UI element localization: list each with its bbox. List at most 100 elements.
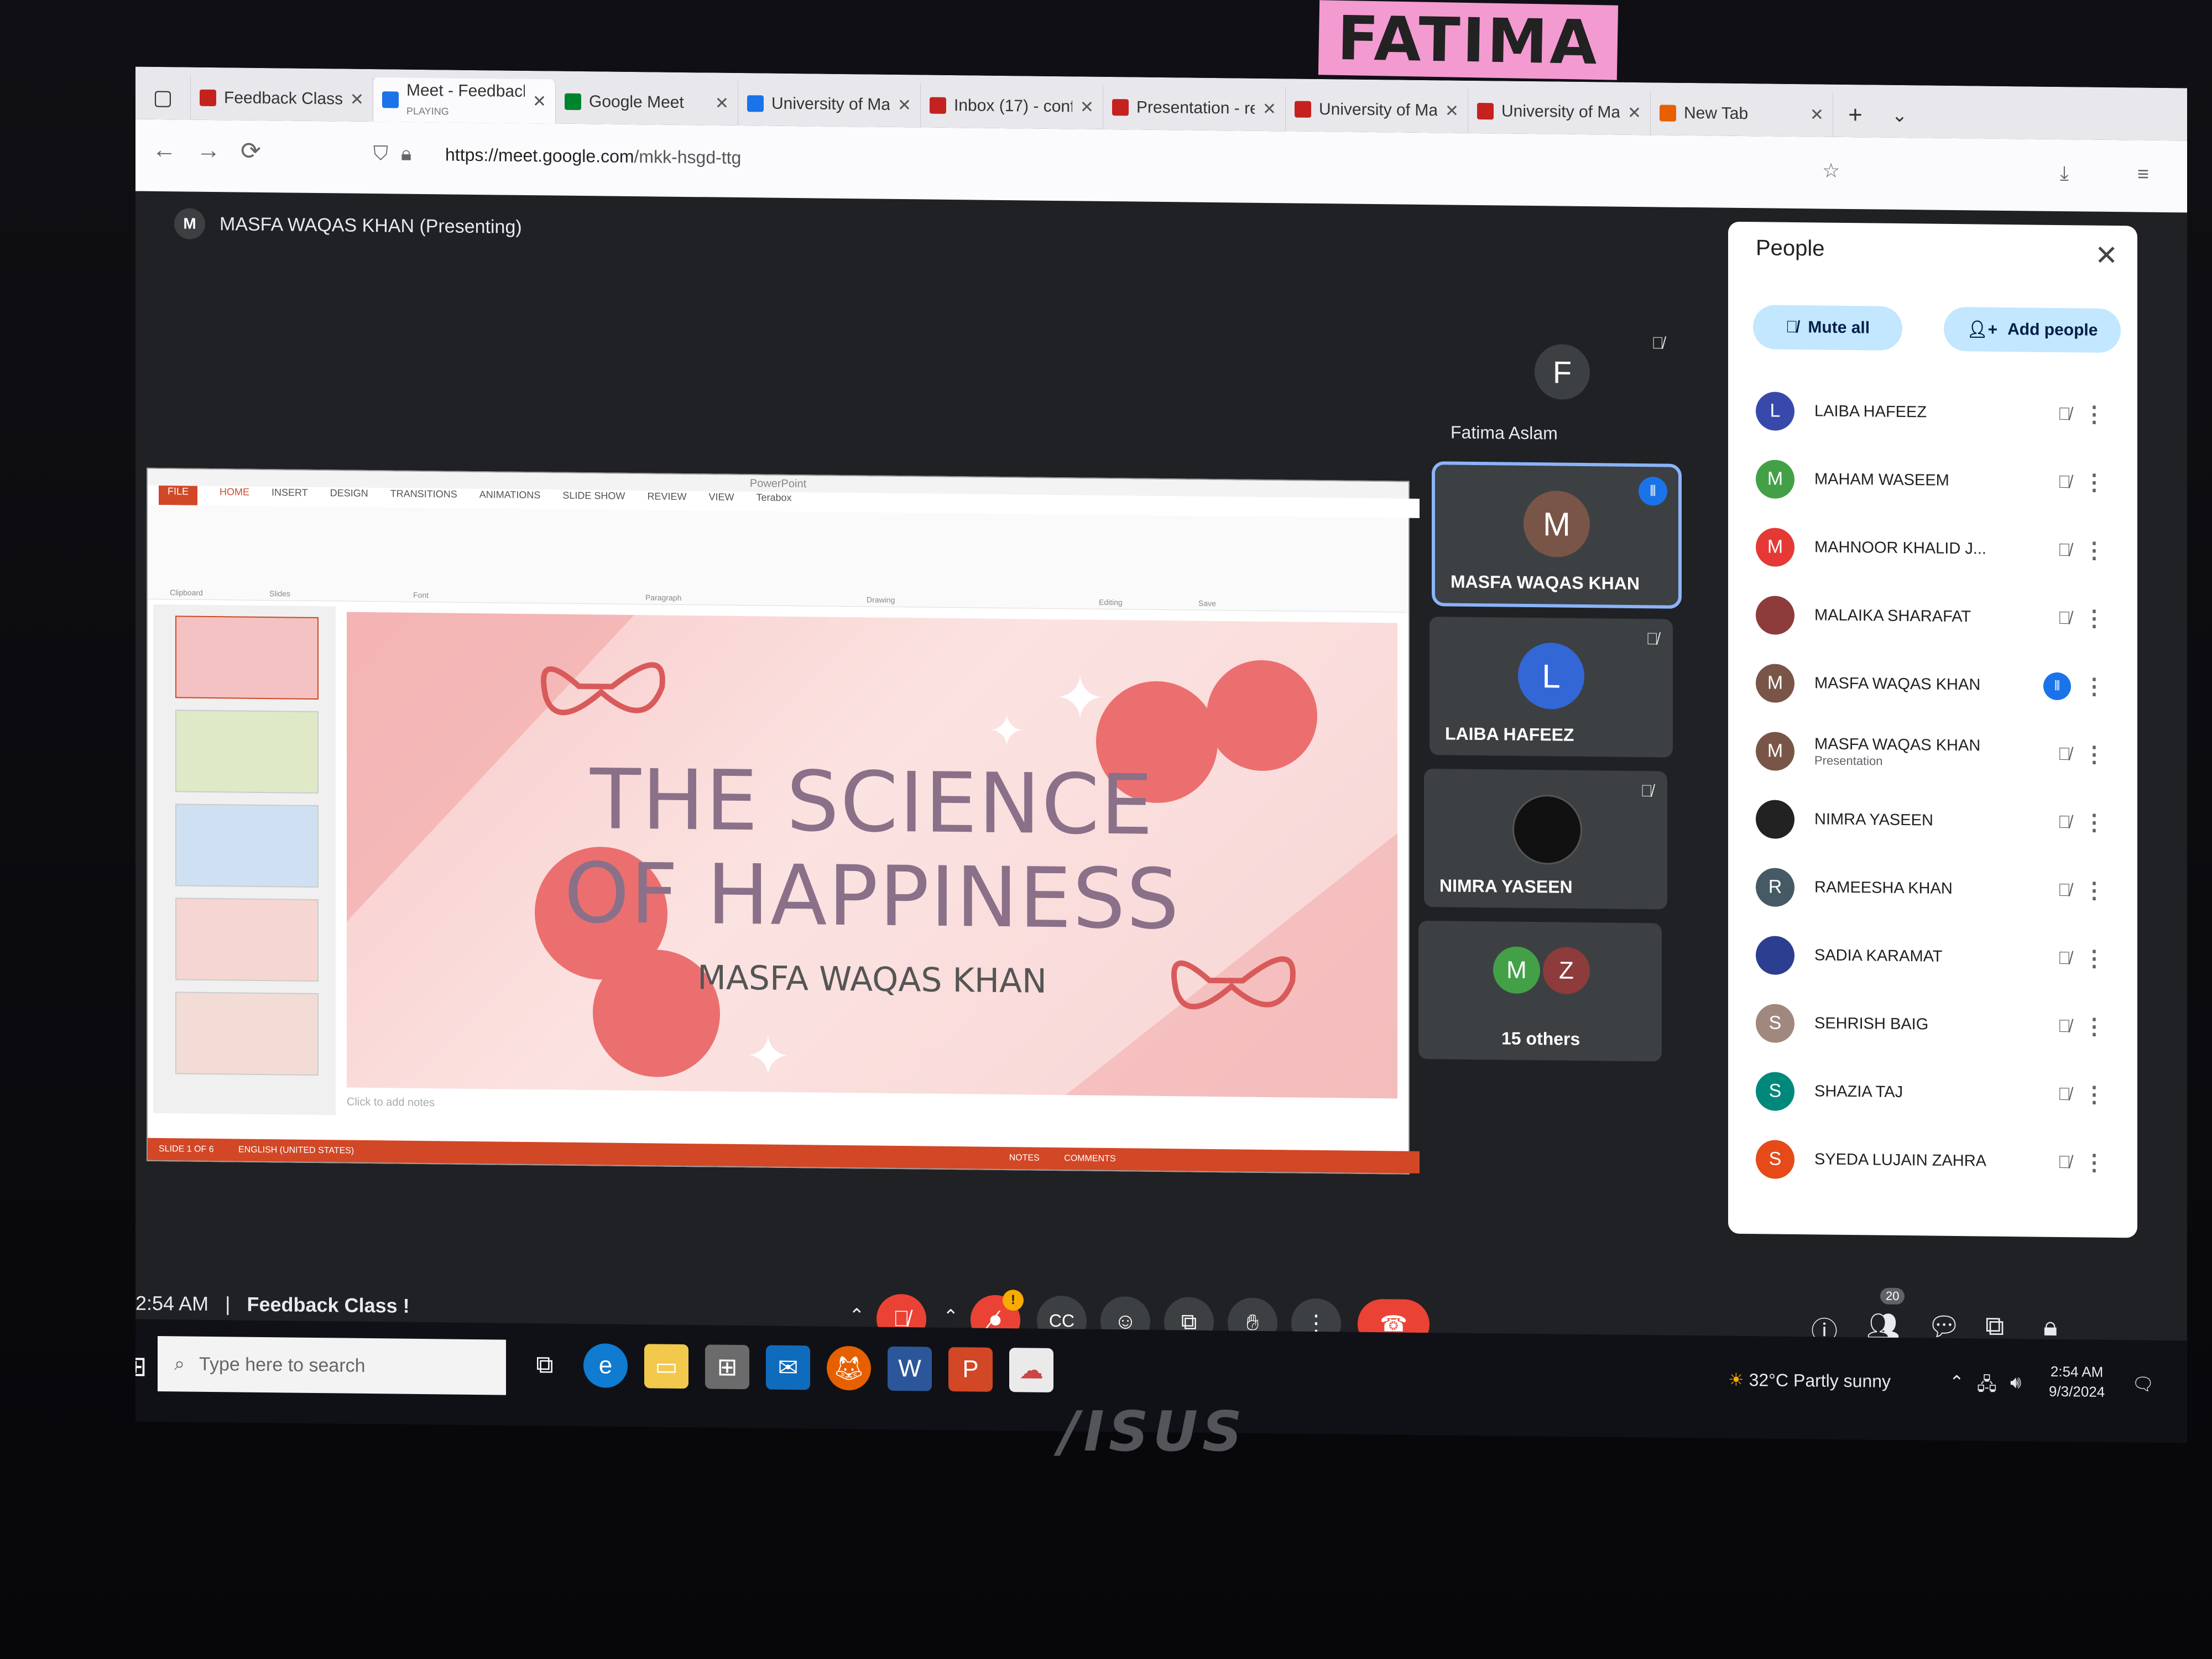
more-options-icon[interactable]: ⋮	[2083, 1014, 2105, 1039]
close-tab-icon[interactable]: ✕	[715, 93, 729, 113]
mic-off-icon[interactable]: 🎙̸	[2058, 948, 2071, 968]
shield-icon[interactable]: ⛉	[373, 142, 388, 165]
slide-thumbnail-1[interactable]	[175, 615, 319, 700]
taskbar-search-box[interactable]: ⌕ Type here to search	[158, 1335, 506, 1395]
word-icon[interactable]: W	[888, 1346, 932, 1391]
store-icon[interactable]: ⊞	[705, 1344, 749, 1390]
more-options-icon[interactable]: ⋮	[2083, 674, 2105, 699]
video-options-chevron-icon[interactable]: ⌃	[943, 1306, 959, 1328]
mic-off-icon[interactable]: 🎙̸	[2058, 744, 2071, 764]
more-options-icon[interactable]: ⋮	[2083, 469, 2105, 495]
notes-placeholder[interactable]: Click to add notes	[347, 1096, 435, 1110]
people-icon[interactable]: 20 👥︎	[1866, 1287, 1905, 1342]
browser-tab-5[interactable]: Presentation - rel ✕	[1103, 85, 1286, 132]
volume-icon[interactable]: 🔊︎	[2010, 1372, 2021, 1393]
audio-options-chevron-icon[interactable]: ⌃	[849, 1305, 865, 1327]
ribbon-tab-9[interactable]: Terabox	[756, 492, 791, 512]
mic-off-icon[interactable]: 🎙̸	[2058, 1084, 2071, 1104]
more-options-icon[interactable]: ⋮	[2083, 946, 2105, 971]
more-options-icon[interactable]: ⋮	[2083, 810, 2105, 835]
participant-row[interactable]: L LAIBA HAFEEZ 🎙̸ ⋮	[1739, 377, 2121, 448]
host-controls-icon[interactable]: 🔒︎	[2043, 1312, 2058, 1343]
new-tab-button[interactable]: +	[1833, 93, 1877, 138]
close-tab-icon[interactable]: ✕	[1445, 101, 1459, 121]
tray-chevron-icon[interactable]: ⌃	[1949, 1371, 1964, 1392]
close-tab-icon[interactable]: ✕	[1080, 97, 1094, 117]
tab-overflow-chevron-icon[interactable]: ⌄	[1877, 93, 1922, 138]
ribbon-tab-4[interactable]: TRANSITIONS	[390, 488, 457, 508]
participant-row[interactable]: NIMRA YASEEN 🎙̸ ⋮	[1739, 785, 2121, 857]
close-tab-icon[interactable]: ✕	[898, 96, 911, 115]
ribbon-tab-7[interactable]: REVIEW	[647, 491, 686, 510]
mute-all-button[interactable]: 🎙̸ Mute all	[1753, 305, 1902, 351]
cloud-app-icon[interactable]: ☁	[1009, 1348, 1053, 1392]
reload-icon[interactable]: ⟳	[241, 137, 261, 165]
mic-off-icon[interactable]: 🎙̸	[2058, 880, 2071, 900]
participant-tile-nimra[interactable]: 🎙̸ NIMRA YASEEN	[1424, 768, 1667, 910]
mic-off-icon[interactable]: 🎙̸	[2058, 404, 2071, 424]
download-icon[interactable]: ⤓	[2060, 161, 2069, 185]
participant-row[interactable]: R RAMEESHA KHAN 🎙̸ ⋮	[1739, 853, 2121, 925]
comments-button[interactable]: COMMENTS	[1064, 1154, 1115, 1164]
browser-tab-7[interactable]: University of Man ✕	[1468, 88, 1651, 135]
more-options-icon[interactable]: ⋮	[2083, 742, 2105, 767]
participant-tile-laiba[interactable]: L 🎙̸ LAIBA HAFEEZ	[1430, 617, 1673, 758]
participant-tile-fatima[interactable]: F 🎙̸ Fatima Aslam	[1435, 321, 1678, 456]
url-field[interactable]: https://meet.google.com/mkk-hsgd-ttg	[445, 144, 741, 168]
close-tab-icon[interactable]: ✕	[1810, 105, 1824, 124]
browser-tab-8[interactable]: New Tab ✕	[1651, 91, 1833, 137]
browser-tab-4[interactable]: Inbox (17) - conf ✕	[921, 83, 1103, 129]
participant-row[interactable]: SADIA KARAMAT 🎙̸ ⋮	[1739, 921, 2121, 993]
participant-tile-masfa[interactable]: M ⦀ MASFA WAQAS KHAN	[1432, 461, 1682, 609]
bookmark-star-icon[interactable]: ☆	[1822, 159, 1840, 182]
chat-icon[interactable]: 💬︎	[1927, 1311, 1961, 1343]
slide-thumbnail-3[interactable]	[175, 804, 319, 888]
ribbon-tab-6[interactable]: SLIDE SHOW	[562, 490, 625, 510]
notes-button[interactable]: NOTES	[1009, 1153, 1040, 1163]
powerpoint-icon[interactable]: P	[948, 1347, 993, 1392]
back-icon[interactable]: ←	[152, 136, 176, 164]
slide-thumbnail-2[interactable]	[175, 709, 319, 794]
browser-tab-1[interactable]: Meet - Feedback PLAYING ✕	[373, 77, 556, 124]
more-options-icon[interactable]: ⋮	[2083, 1150, 2105, 1175]
more-options-icon[interactable]: ⋮	[2083, 878, 2105, 903]
notifications-icon[interactable]: 🗨︎	[2132, 1373, 2154, 1394]
network-icon[interactable]: 🖧︎	[1977, 1371, 1997, 1401]
browser-tab-0[interactable]: Feedback Class ! ✕	[191, 75, 373, 122]
participant-row[interactable]: M MASFA WAQAS KHAN ⦀ ⋮	[1739, 649, 2121, 721]
activities-icon[interactable]: ⧉	[1985, 1311, 2004, 1342]
ribbon-tab-8[interactable]: VIEW	[708, 491, 734, 510]
add-people-button[interactable]: 👤︎+ Add people	[1944, 306, 2121, 353]
windows-start-icon[interactable]: ⊞	[135, 1344, 158, 1389]
mic-off-icon[interactable]: 🎙̸	[2058, 608, 2071, 628]
tab-list-icon[interactable]: ▢	[135, 75, 191, 120]
task-view-icon[interactable]: ⧉	[523, 1343, 567, 1387]
browser-tab-6[interactable]: University of Man ✕	[1286, 87, 1468, 133]
participant-row[interactable]: M MAHNOOR KHALID J... 🎙̸ ⋮	[1739, 513, 2121, 585]
participant-row[interactable]: S SEHRISH BAIG 🎙̸ ⋮	[1739, 989, 2121, 1061]
lock-icon[interactable]: 🔒︎	[401, 142, 411, 166]
mail-icon[interactable]: ✉	[766, 1345, 810, 1390]
ribbon-tab-5[interactable]: ANIMATIONS	[479, 489, 541, 509]
ribbon-tab-2[interactable]: INSERT	[272, 487, 308, 507]
close-tab-icon[interactable]: ✕	[533, 92, 546, 111]
participant-tile-others[interactable]: M Z 15 others	[1418, 920, 1662, 1062]
participant-row[interactable]: M MAHAM WASEEM 🎙̸ ⋮	[1739, 445, 2121, 517]
close-tab-icon[interactable]: ✕	[1262, 99, 1276, 118]
slide-thumbnail-4[interactable]	[175, 898, 319, 982]
more-options-icon[interactable]: ⋮	[2083, 401, 2105, 427]
mic-off-icon[interactable]: 🎙̸	[2058, 812, 2071, 832]
edge-icon[interactable]: e	[583, 1343, 628, 1388]
ribbon-tab-3[interactable]: DESIGN	[330, 487, 368, 507]
more-options-icon[interactable]: ⋮	[2083, 606, 2105, 631]
participant-row[interactable]: M MASFA WAQAS KHAN Presentation 🎙̸ ⋮	[1739, 717, 2121, 789]
participant-row[interactable]: S SYEDA LUJAIN ZAHRA 🎙̸ ⋮	[1739, 1125, 2121, 1197]
close-tab-icon[interactable]: ✕	[1627, 103, 1641, 122]
mic-off-icon[interactable]: 🎙̸	[2058, 1016, 2071, 1036]
participant-row[interactable]: MALAIKA SHARAFAT 🎙̸ ⋮	[1739, 581, 2121, 653]
ribbon-tab-1[interactable]: HOME	[220, 486, 249, 506]
file-explorer-icon[interactable]: ▭	[644, 1344, 688, 1389]
forward-icon[interactable]: →	[196, 137, 221, 164]
more-options-icon[interactable]: ⋮	[2083, 1082, 2105, 1107]
more-options-icon[interactable]: ⋮	[2083, 538, 2105, 563]
